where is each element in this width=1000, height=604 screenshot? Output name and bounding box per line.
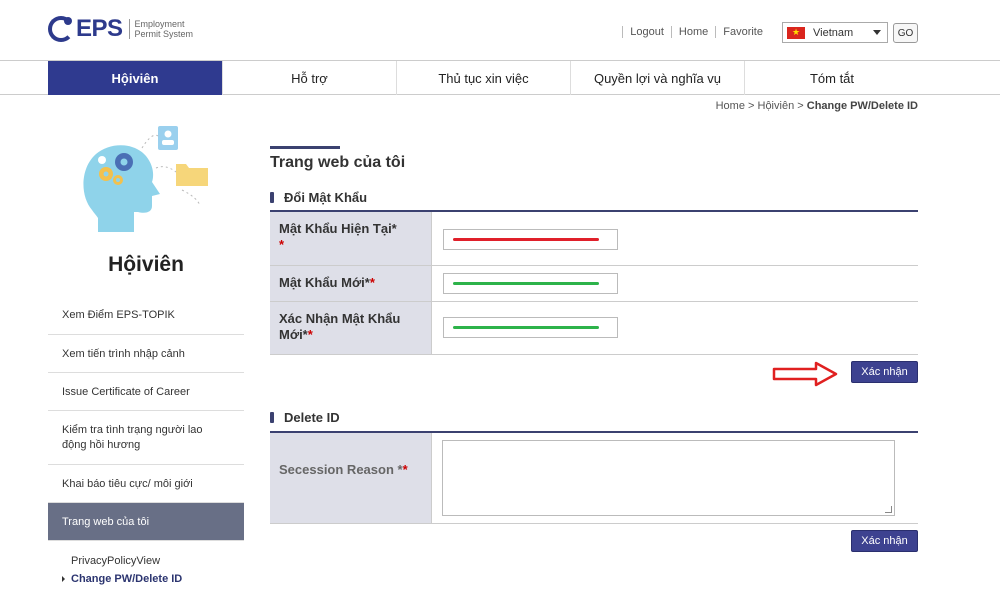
home-link[interactable]: Home [670,26,715,38]
main-nav: Hộiviên Hỗ trợ Thủ tục xin việc Quyền lợ… [0,60,1000,95]
sidebar-menu: Xem Điểm EPS-TOPIK Xem tiến trình nhập c… [48,296,244,541]
required-mark: * [279,237,285,252]
dropdown-caret-icon [873,30,881,35]
sidebar-item-my-page[interactable]: Trang web của tôi [48,503,244,541]
breadcrumb-sep: > [748,100,755,112]
label-new-pw-text: Mật Khẩu Mới* [279,275,370,290]
label-current-pw-text: Mật Khẩu Hiện Tại* [279,221,397,236]
nav-thu-tuc-xin-viec[interactable]: Thủ tục xin việc [397,61,571,95]
label-secession-reason: Secession Reason ** [270,433,432,523]
nav-quyen-loi[interactable]: Quyền lợi và nghĩa vụ [571,61,745,95]
sidebar-item-broker-report[interactable]: Khai báo tiêu cực/ môi giới [48,465,244,503]
sidebar-item-career-certificate[interactable]: Issue Certificate of Career [48,373,244,411]
nav-tom-tat[interactable]: Tóm tắt [745,61,919,95]
change-pw-form: Mật Khẩu Hiện Tại* * Mật Khẩu Mới** Xác … [270,210,918,355]
section-title-text: Đổi Mật Khẩu [284,190,368,205]
annotation-arrow-icon [772,361,838,387]
redaction-line-red [453,238,599,241]
row-current-pw: Mật Khẩu Hiện Tại* * [270,212,918,266]
sidebar-item-eps-topik[interactable]: Xem Điểm EPS-TOPIK [48,296,244,335]
breadcrumb-hoivien[interactable]: Hộiviên [758,100,795,112]
submenu-privacy-policy[interactable]: PrivacyPolicyView [62,552,182,570]
sidebar-title: Hộiviên [108,253,184,276]
current-password-input[interactable] [443,229,618,250]
eps-logo-icon [48,16,74,42]
row-secession-reason: Secession Reason ** [270,433,918,524]
redaction-line-green [453,326,599,329]
language-select[interactable]: ★ Vietnam [782,22,888,43]
favorite-link[interactable]: Favorite [715,26,770,38]
language-value: Vietnam [813,26,854,39]
top-links: Logout Home Favorite [622,26,770,38]
sidebar-submenu: PrivacyPolicyView Change PW/Delete ID [62,552,182,588]
required-mark: * [402,462,408,477]
label-secession-reason-text: Secession Reason * [279,462,403,477]
logo-text: EPS [76,15,123,42]
required-mark: * [369,275,375,290]
sidebar-item-returnee-status[interactable]: Kiểm tra tình trạng người lao động hồi h… [48,411,244,465]
nav-hoivien[interactable]: Hộiviên [48,61,223,95]
nav-hotro[interactable]: Hỗ trợ [223,61,397,95]
section-title-delete-id: Delete ID [270,410,340,425]
section-bullet [270,412,274,423]
redaction-line-green [453,282,599,285]
submenu-change-pw-delete-id[interactable]: Change PW/Delete ID [62,570,182,588]
eps-logo[interactable]: EPS Employment Permit System [48,15,193,43]
label-confirm-pw: Xác Nhận Mật Khẩu Mới** [270,302,432,354]
new-password-input[interactable] [443,273,618,294]
logo-sub-line2: Permit System [134,29,194,39]
label-current-pw: Mật Khẩu Hiện Tại* * [270,212,432,265]
required-mark: * [307,327,313,342]
logout-link[interactable]: Logout [622,26,671,38]
sidebar-item-entry-progress[interactable]: Xem tiến trình nhập cảnh [48,335,244,373]
vietnam-flag-icon: ★ [787,26,805,39]
go-button[interactable]: GO [893,23,918,43]
secession-reason-textarea[interactable] [442,440,895,516]
logo-sub-line1: Employment [134,19,185,29]
cell-secession-reason [432,433,918,523]
delete-id-form: Secession Reason ** [270,431,918,524]
cell-new-pw [432,266,918,301]
resize-grip-icon[interactable] [885,506,892,513]
label-new-pw: Mật Khẩu Mới** [270,266,432,301]
confirm-password-input[interactable] [443,317,618,338]
breadcrumb-home[interactable]: Home [716,100,745,112]
logo-subtitle: Employment Permit System [128,19,194,39]
section-title-text: Delete ID [284,410,340,425]
label-confirm-pw-text: Xác Nhận Mật Khẩu Mới* [279,311,401,342]
section-bullet [270,192,274,203]
cell-current-pw [432,212,918,265]
section-title-change-pw: Đổi Mật Khẩu [270,190,367,205]
cell-confirm-pw [432,302,918,354]
confirm-password-button[interactable]: Xác nhận [851,361,918,383]
row-new-pw: Mật Khẩu Mới** [270,266,918,302]
page-title: Trang web của tôi [270,154,406,171]
row-confirm-pw: Xác Nhận Mật Khẩu Mới** [270,302,918,355]
member-illustration-icon [83,126,208,232]
delete-id-button[interactable]: Xác nhận [851,530,918,552]
breadcrumb: Home > Hộiviên > Change PW/Delete ID [716,100,918,112]
breadcrumb-current: Change PW/Delete ID [806,100,918,112]
title-rule [270,146,340,149]
breadcrumb-sep: > [797,100,804,112]
